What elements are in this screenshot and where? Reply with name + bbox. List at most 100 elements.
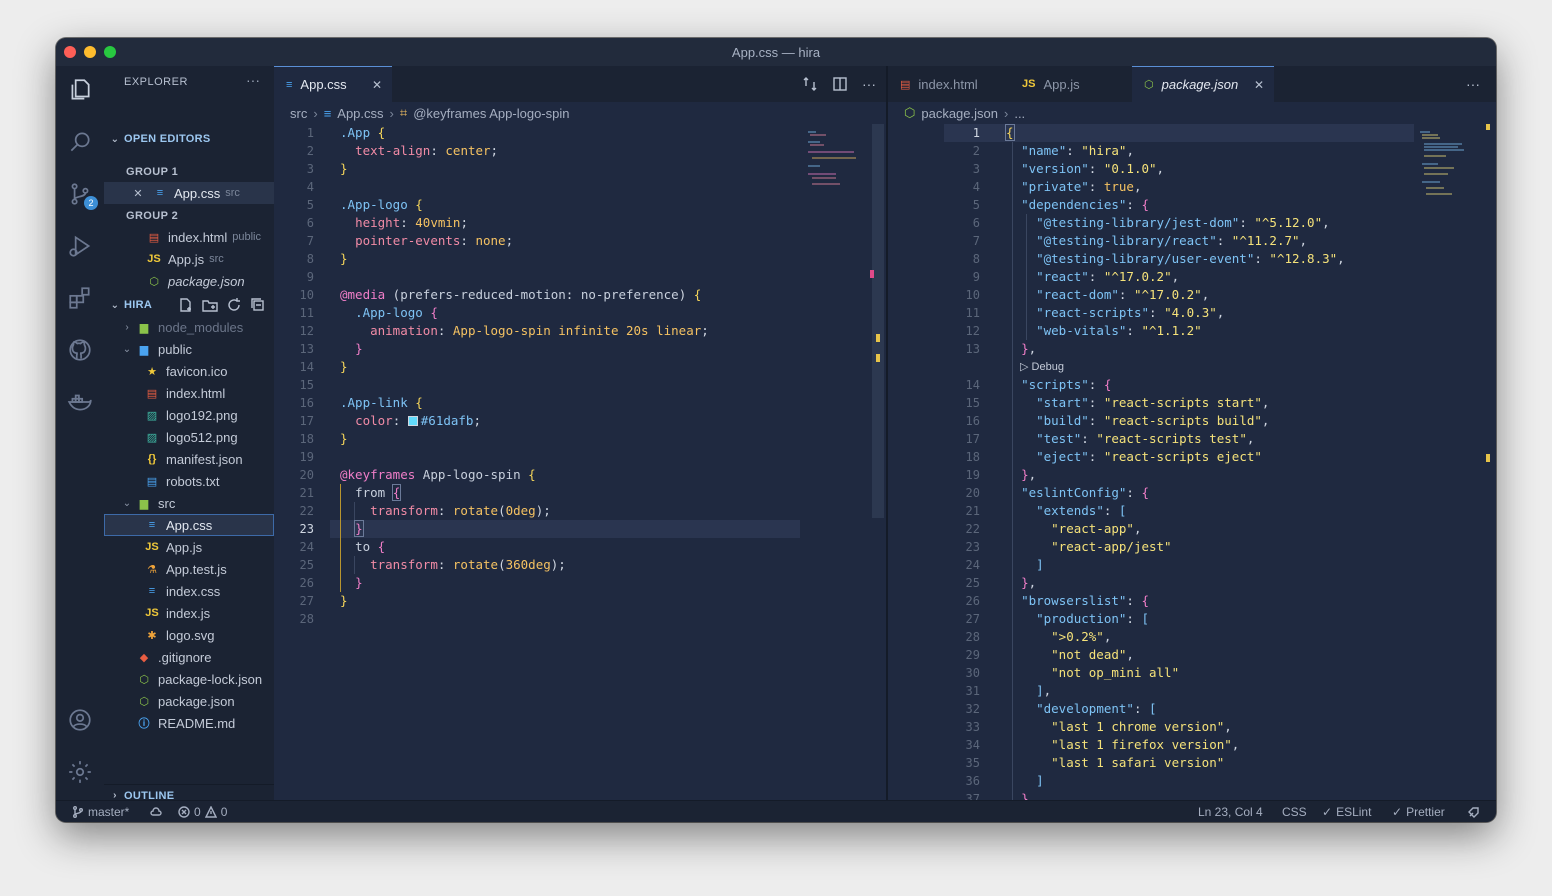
- open-editors-section[interactable]: ⌄ OPEN EDITORS: [104, 128, 274, 150]
- open-editor-package-json[interactable]: ⬡ package.json: [104, 270, 274, 292]
- collapse-all-icon[interactable]: [250, 297, 266, 313]
- open-editor-app-js[interactable]: JS App.js src: [104, 248, 274, 270]
- tree-item-label: node_modules: [158, 319, 244, 335]
- debug-codelens[interactable]: ▷ Debug: [1020, 360, 1064, 373]
- tree-file-manifest[interactable]: {} manifest.json: [104, 448, 274, 470]
- tree-file-logo192[interactable]: ▨ logo192.png: [104, 404, 274, 426]
- line-number: 26: [965, 594, 980, 608]
- open-editor-name: App.js: [168, 251, 205, 267]
- new-file-icon[interactable]: [178, 297, 194, 313]
- open-changes-icon[interactable]: [802, 76, 818, 92]
- tab-close-button[interactable]: ✕: [1254, 78, 1264, 92]
- editor-more-button[interactable]: ···: [862, 76, 876, 92]
- open-editor-app-css[interactable]: ✕ ≡ App.css src: [104, 182, 274, 204]
- minimap-right[interactable]: [1418, 130, 1478, 210]
- refresh-icon[interactable]: [226, 297, 242, 313]
- chevron-right-icon: ›: [389, 105, 394, 121]
- close-window-button[interactable]: [64, 46, 76, 58]
- tree-file-gitignore[interactable]: ◆ .gitignore: [104, 646, 274, 668]
- minimize-window-button[interactable]: [84, 46, 96, 58]
- explorer-icon[interactable]: [66, 76, 94, 104]
- docker-icon[interactable]: [66, 388, 94, 416]
- explorer-sidebar: EXPLORER ··· ⌄ OPEN EDITORS GROUP 1 ✕ ≡ …: [104, 66, 274, 802]
- search-icon[interactable]: [66, 128, 94, 156]
- new-folder-icon[interactable]: [202, 297, 218, 313]
- code-editor-app-css[interactable]: 1 2 3 4 5 6 7 8 9 10 11 12 13 14 15 16 17 18 19 20 21 22 23 24 2…: [274, 124, 886, 800]
- source-control-icon[interactable]: 2: [66, 180, 98, 210]
- tree-folder-src[interactable]: ⌄ ▆ src: [104, 492, 274, 514]
- tree-item-label: index.css: [166, 583, 221, 599]
- split-editor-icon[interactable]: [832, 76, 848, 92]
- tree-file-favicon[interactable]: ★ favicon.ico: [104, 360, 274, 382]
- run-debug-icon[interactable]: [66, 232, 94, 260]
- breadcrumb-item[interactable]: App.css: [337, 106, 383, 121]
- symbol-icon: ⌗: [399, 105, 408, 120]
- prettier-status[interactable]: ✓ Prettier: [1392, 801, 1445, 822]
- github-icon[interactable]: [66, 336, 94, 364]
- image-file-icon: ▨: [146, 409, 158, 422]
- project-section-hira[interactable]: ⌄ HIRA: [104, 294, 274, 316]
- tree-folder-public[interactable]: ⌄ ▆ public: [104, 338, 274, 360]
- tab-close-button[interactable]: ✕: [372, 78, 382, 92]
- tree-file-logo-svg[interactable]: ✱ logo.svg: [104, 624, 274, 646]
- tree-folder-node-modules[interactable]: › ▆ node_modules: [104, 316, 274, 338]
- line-number: 17: [299, 414, 314, 428]
- tree-item-label: App.js: [166, 539, 203, 555]
- tree-file-readme[interactable]: ⓘ README.md: [104, 712, 274, 734]
- code-line: "name": "hira",: [1021, 143, 1134, 158]
- vertical-scrollbar[interactable]: [872, 124, 884, 518]
- line-number: 20: [965, 486, 980, 500]
- tree-file-app-js[interactable]: JS App.js: [104, 536, 274, 558]
- tree-file-index-css[interactable]: ≡ index.css: [104, 580, 274, 602]
- code-line: "@testing-library/react": "^11.2.7",: [1036, 233, 1308, 248]
- tree-file-app-test[interactable]: ⚗ App.test.js: [104, 558, 274, 580]
- minimap-left[interactable]: [806, 130, 866, 190]
- tab-app-css[interactable]: ≡ App.css ✕: [274, 66, 392, 102]
- feedback-button[interactable]: [1468, 801, 1480, 822]
- editor-more-button[interactable]: ···: [1466, 76, 1480, 92]
- account-icon[interactable]: [66, 706, 94, 734]
- color-swatch[interactable]: [407, 416, 418, 426]
- tree-file-logo512[interactable]: ▨ logo512.png: [104, 426, 274, 448]
- line-number: 10: [299, 288, 314, 302]
- window-controls: [64, 46, 116, 58]
- html-file-icon: ▤: [148, 231, 160, 244]
- tree-file-package-json[interactable]: ⬡ package.json: [104, 690, 274, 712]
- tree-file-app-css[interactable]: ≡ App.css: [104, 514, 274, 536]
- code-line: "@testing-library/user-event": "^12.8.3"…: [1036, 251, 1345, 266]
- problems-indicator[interactable]: 0 0: [178, 801, 227, 822]
- explorer-more-button[interactable]: ···: [246, 72, 260, 88]
- language-mode[interactable]: CSS: [1282, 801, 1307, 822]
- chevron-down-icon: ⌄: [110, 133, 120, 145]
- tab-package-json[interactable]: ⬡ package.json ✕: [1132, 66, 1274, 102]
- title-bar: App.css — hira: [56, 38, 1496, 66]
- code-line: ]: [1036, 557, 1044, 572]
- line-number: 8: [972, 252, 980, 266]
- line-number: 13: [965, 342, 980, 356]
- tree-file-index-js[interactable]: JS index.js: [104, 602, 274, 624]
- settings-gear-icon[interactable]: [66, 758, 94, 786]
- code-editor-package-json[interactable]: 1 2 3 4 5 6 7 8 9 10 11 12 13 14 15 16 17 18 19 20 21 22 23 24 2…: [888, 124, 1496, 800]
- check-icon: ✓: [1322, 805, 1333, 819]
- code-line: transform: rotate(360deg);: [370, 557, 566, 572]
- tree-file-package-lock[interactable]: ⬡ package-lock.json: [104, 668, 274, 690]
- branch-indicator[interactable]: master*: [72, 801, 129, 822]
- breadcrumb-item[interactable]: ...: [1014, 106, 1025, 121]
- eslint-status[interactable]: ✓ ESLint: [1322, 801, 1371, 822]
- tree-file-index-html[interactable]: ▤ index.html: [104, 382, 274, 404]
- breadcrumb-item[interactable]: src: [290, 106, 307, 121]
- maximize-window-button[interactable]: [104, 46, 116, 58]
- sync-button[interactable]: [150, 801, 162, 822]
- line-number: 6: [306, 216, 314, 230]
- scroll-marker: [1486, 454, 1490, 462]
- close-icon[interactable]: ✕: [130, 185, 146, 201]
- tree-item-label: logo192.png: [166, 407, 238, 423]
- tree-file-robots[interactable]: ▤ robots.txt: [104, 470, 274, 492]
- extensions-icon[interactable]: [66, 284, 94, 312]
- breadcrumb-item[interactable]: @keyframes App-logo-spin: [413, 106, 569, 121]
- breadcrumb-item[interactable]: package.json: [921, 106, 998, 121]
- cursor-position[interactable]: Ln 23, Col 4: [1198, 801, 1263, 822]
- tab-app-js[interactable]: JS App.js: [1010, 66, 1128, 102]
- open-editor-index-html[interactable]: ▤ index.html public: [104, 226, 274, 248]
- tab-index-html[interactable]: ▤ index.html: [888, 66, 1006, 102]
